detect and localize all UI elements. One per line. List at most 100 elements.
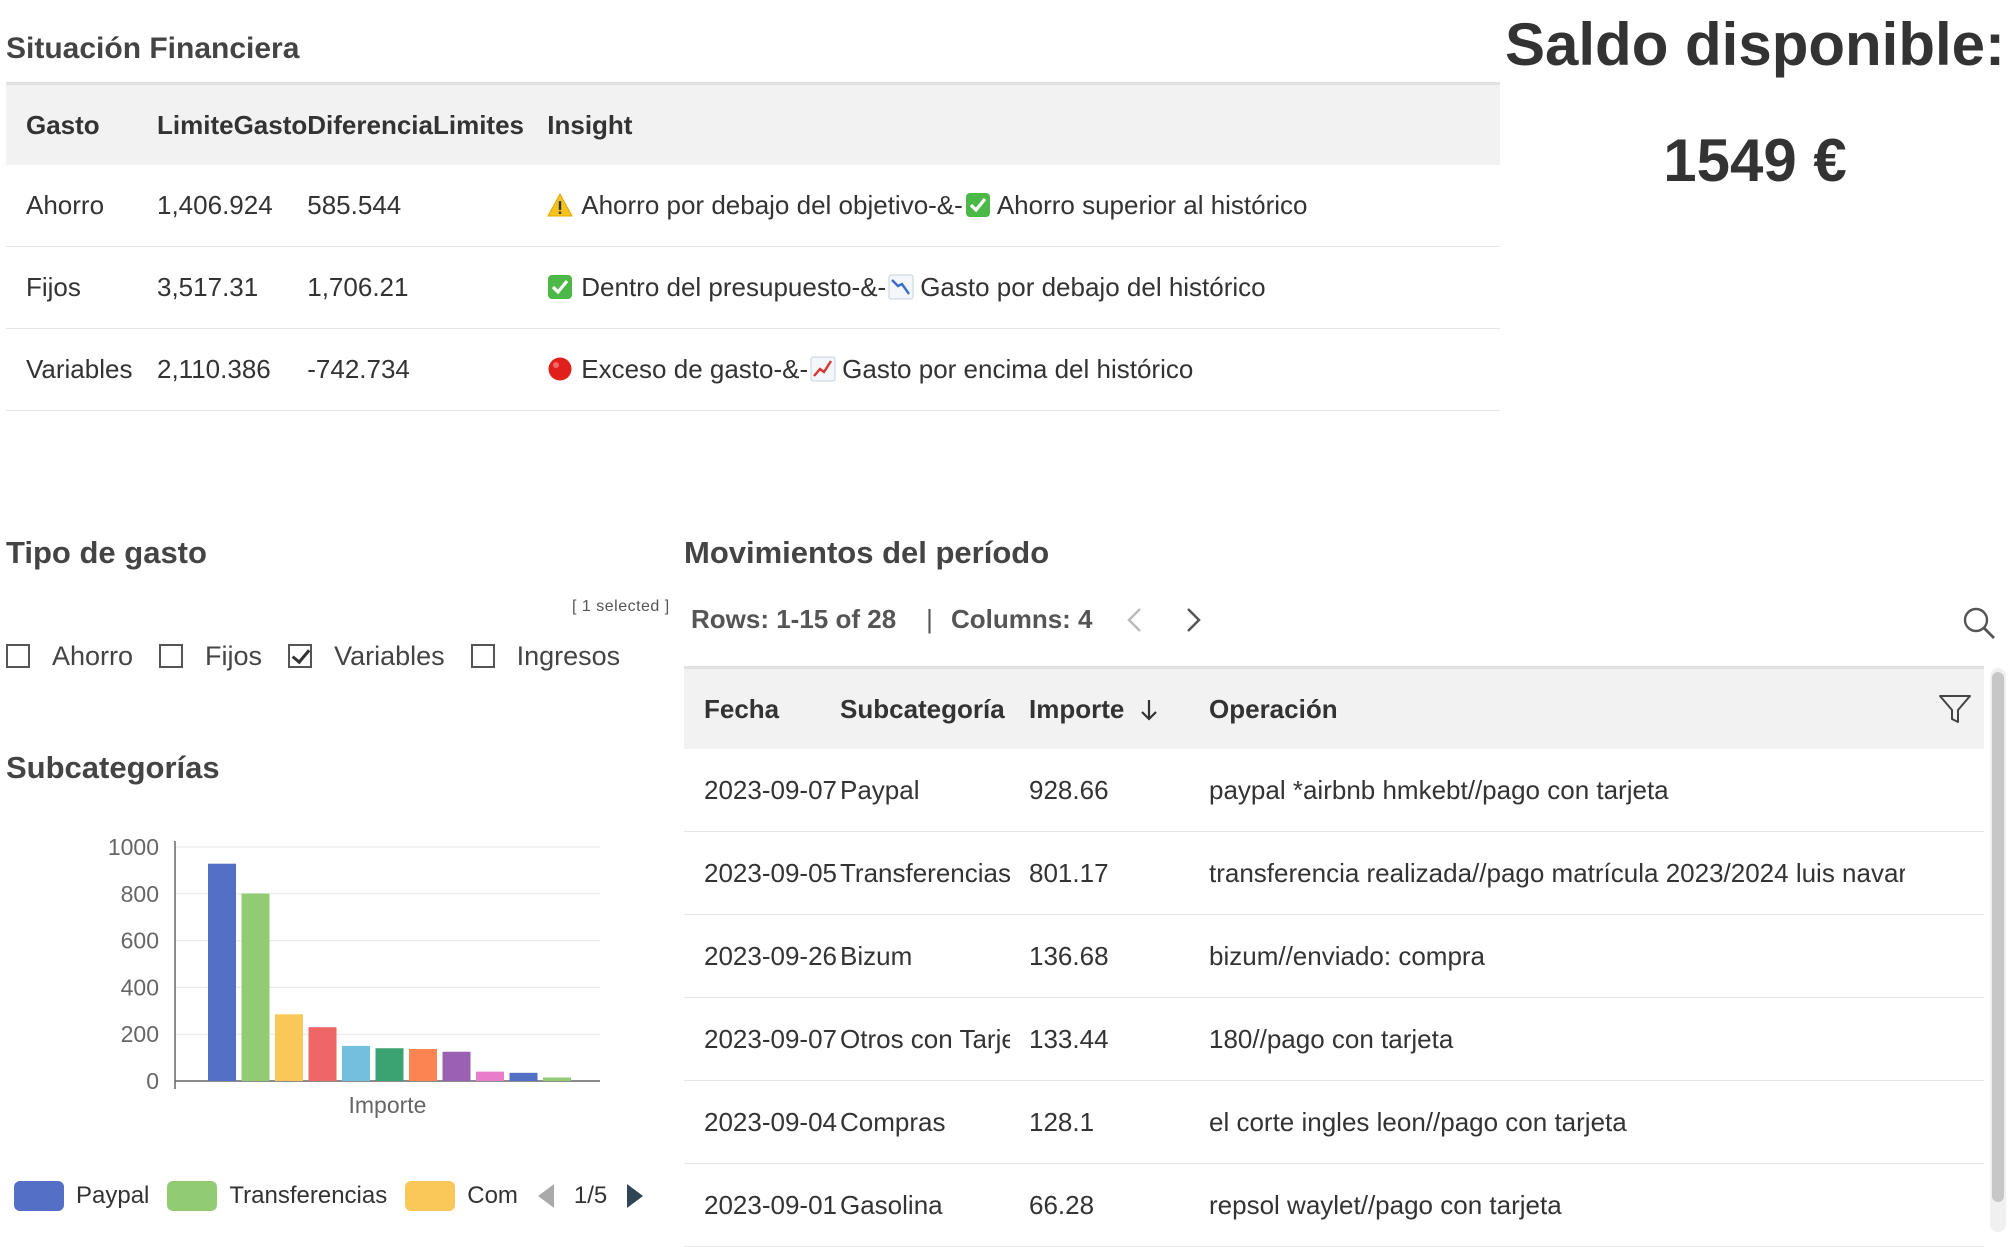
checkbox-ingresos[interactable] (470, 644, 495, 668)
red-circle-icon (548, 357, 572, 381)
chart-increasing-icon (810, 356, 836, 382)
saldo-value: 1549 € (1663, 127, 1847, 194)
fecha-cell: 2023-09-07 (684, 997, 840, 1081)
bar[interactable] (543, 1077, 571, 1081)
operacion-text: el corte ingles leon//pago con tarjeta (1209, 1106, 1627, 1137)
subcategoria-text: Transferencias (840, 857, 1010, 888)
header-limite-gasto[interactable]: LimiteGasto (157, 82, 308, 165)
warning-icon (547, 192, 574, 217)
toolbar-separator: | (926, 604, 933, 634)
header-insight[interactable]: Insight (547, 82, 1500, 165)
operacion-text: paypal *airbnb hmkebt//pago con tarjeta (1209, 774, 1669, 805)
tipo-gasto-checkboxes: Ahorro Fijos Variables Ingresos (6, 638, 646, 674)
diferencia-cell: -742.734 (307, 328, 548, 411)
checkbox-fijos[interactable] (159, 644, 184, 668)
bar[interactable] (241, 893, 270, 1081)
table-row[interactable]: 2023-09-05 Transferencias 801.17 transfe… (684, 831, 1984, 915)
diferencia-cell: 585.544 (307, 165, 548, 247)
legend-prev-icon[interactable] (536, 1182, 556, 1210)
header-importe[interactable]: Importe (1029, 666, 1209, 749)
legend-item-com[interactable]: Com (405, 1181, 518, 1211)
operacion-cell: el corte ingles leon//pago con tarjeta (1209, 1080, 1984, 1164)
x-axis-label: Importe (349, 1092, 427, 1118)
diferencia-cell: 1,706.21 (307, 246, 548, 329)
insight-text-2: Gasto por debajo del histórico (920, 272, 1266, 302)
filter-icon[interactable] (1938, 693, 1972, 725)
search-icon[interactable] (1962, 606, 1996, 640)
rows-info: Rows: 1-15 of 28 (691, 604, 897, 634)
subcategoria-text: Gasolina (840, 1189, 943, 1220)
header-fecha[interactable]: Fecha (684, 666, 840, 749)
checkbox-ahorro[interactable] (6, 644, 30, 668)
legend-swatch (167, 1181, 218, 1211)
gasto-cell: Fijos (6, 246, 157, 329)
y-tick-label: 1000 (108, 834, 159, 860)
importe-cell: 133.44 (1029, 997, 1209, 1081)
bar[interactable] (442, 1051, 471, 1081)
subcategorias-title: Subcategorías (6, 750, 220, 785)
operacion-cell: 180//pago con tarjeta (1209, 997, 1984, 1081)
subcategoria-cell: Otros con Tarjeta (840, 997, 1029, 1081)
bar[interactable] (208, 863, 236, 1081)
sort-descending-icon[interactable] (1138, 698, 1160, 722)
y-tick-label: 400 (121, 974, 159, 1000)
y-tick-label: 200 (121, 1021, 159, 1047)
checkbox-label-fijos[interactable]: Fijos (205, 641, 262, 672)
table-row[interactable]: 2023-09-07 Otros con Tarjeta 133.44 180/… (684, 997, 1984, 1081)
table-row[interactable]: 2023-09-26 Bizum 136.68 bizum//enviado: … (684, 914, 1984, 998)
table-scrollbar-thumb[interactable] (1992, 672, 2004, 1202)
fecha-cell: 2023-09-05 (684, 831, 840, 915)
fecha-cell: 2023-09-01 (684, 1163, 840, 1247)
header-subcategoria[interactable]: Subcategoría (840, 666, 1029, 749)
subcategoria-text: Compras (840, 1106, 946, 1137)
limite-cell: 1,406.924 (157, 165, 308, 247)
header-gasto[interactable]: Gasto (6, 82, 157, 165)
header-diferencia-limites[interactable]: DiferenciaLimites (307, 82, 548, 165)
legend-item-paypal[interactable]: Paypal (14, 1181, 149, 1211)
operacion-text: repsol waylet//pago con tarjeta (1209, 1189, 1562, 1220)
checkbox-variables[interactable] (288, 644, 313, 668)
bar[interactable] (409, 1049, 437, 1081)
checkbox-label-ahorro[interactable]: Ahorro (52, 641, 133, 672)
operacion-cell: bizum//enviado: compra (1209, 914, 1984, 998)
chevron-left-icon[interactable] (1123, 605, 1147, 635)
legend-label: Transferencias (229, 1182, 388, 1209)
subcategoria-text: Bizum (840, 940, 913, 971)
legend-item-transferencias[interactable]: Transferencias (167, 1181, 387, 1211)
table-row[interactable]: 2023-09-07 Paypal 928.66 paypal *airbnb … (684, 749, 1984, 832)
limite-cell: 2,110.386 (157, 328, 308, 411)
table-row[interactable]: 2023-09-01 Gasolina 66.28 repsol waylet/… (684, 1163, 1984, 1247)
checkbox-label-variables[interactable]: Variables (334, 641, 445, 672)
table-row[interactable]: 2023-09-04 Compras 128.1 el corte ingles… (684, 1080, 1984, 1164)
y-tick-label: 0 (146, 1068, 159, 1094)
selected-count: [ 1 selected ] (572, 598, 670, 615)
bar[interactable] (275, 1014, 303, 1081)
subcategoria-cell: Bizum (840, 914, 1029, 998)
insight-cell: Ahorro por debajo del objetivo-&- Ahorro … (547, 165, 1500, 247)
subcategoria-text: Otros con Tarjeta (840, 1023, 1010, 1054)
insight-text-2: Ahorro superior al histórico (996, 190, 1308, 220)
bar[interactable] (509, 1072, 538, 1081)
legend-swatch (405, 1181, 456, 1211)
fecha-cell: 2023-09-26 (684, 914, 840, 998)
insight-text-2: Gasto por encima del histórico (842, 354, 1194, 384)
bar[interactable] (342, 1045, 370, 1081)
columns-info: Columns: 4 (950, 604, 1093, 634)
bar[interactable] (308, 1027, 337, 1081)
subcategoria-cell: Compras (840, 1080, 1029, 1164)
chevron-right-icon[interactable] (1181, 605, 1205, 635)
legend-next-icon[interactable] (625, 1182, 645, 1210)
y-tick-label: 600 (121, 928, 159, 954)
chart-decreasing-icon (888, 274, 914, 300)
bar[interactable] (375, 1048, 404, 1081)
bar[interactable] (476, 1071, 504, 1081)
checkbox-label-ingresos[interactable]: Ingresos (517, 641, 621, 672)
header-operacion-label: Operación (1209, 693, 1338, 724)
financial-row: Ahorro 1,406.924 585.544 Ahorro por deba… (6, 165, 1500, 247)
movimientos-toolbar: Rows: 1-15 of 28 | Columns: 4 (691, 604, 1205, 635)
insight-text-1: Ahorro por debajo del objetivo-&- (581, 190, 963, 220)
header-operacion[interactable]: Operación (1209, 666, 1984, 749)
gasto-cell: Variables (6, 328, 157, 411)
importe-cell: 801.17 (1029, 831, 1209, 915)
legend-swatch (14, 1181, 64, 1211)
